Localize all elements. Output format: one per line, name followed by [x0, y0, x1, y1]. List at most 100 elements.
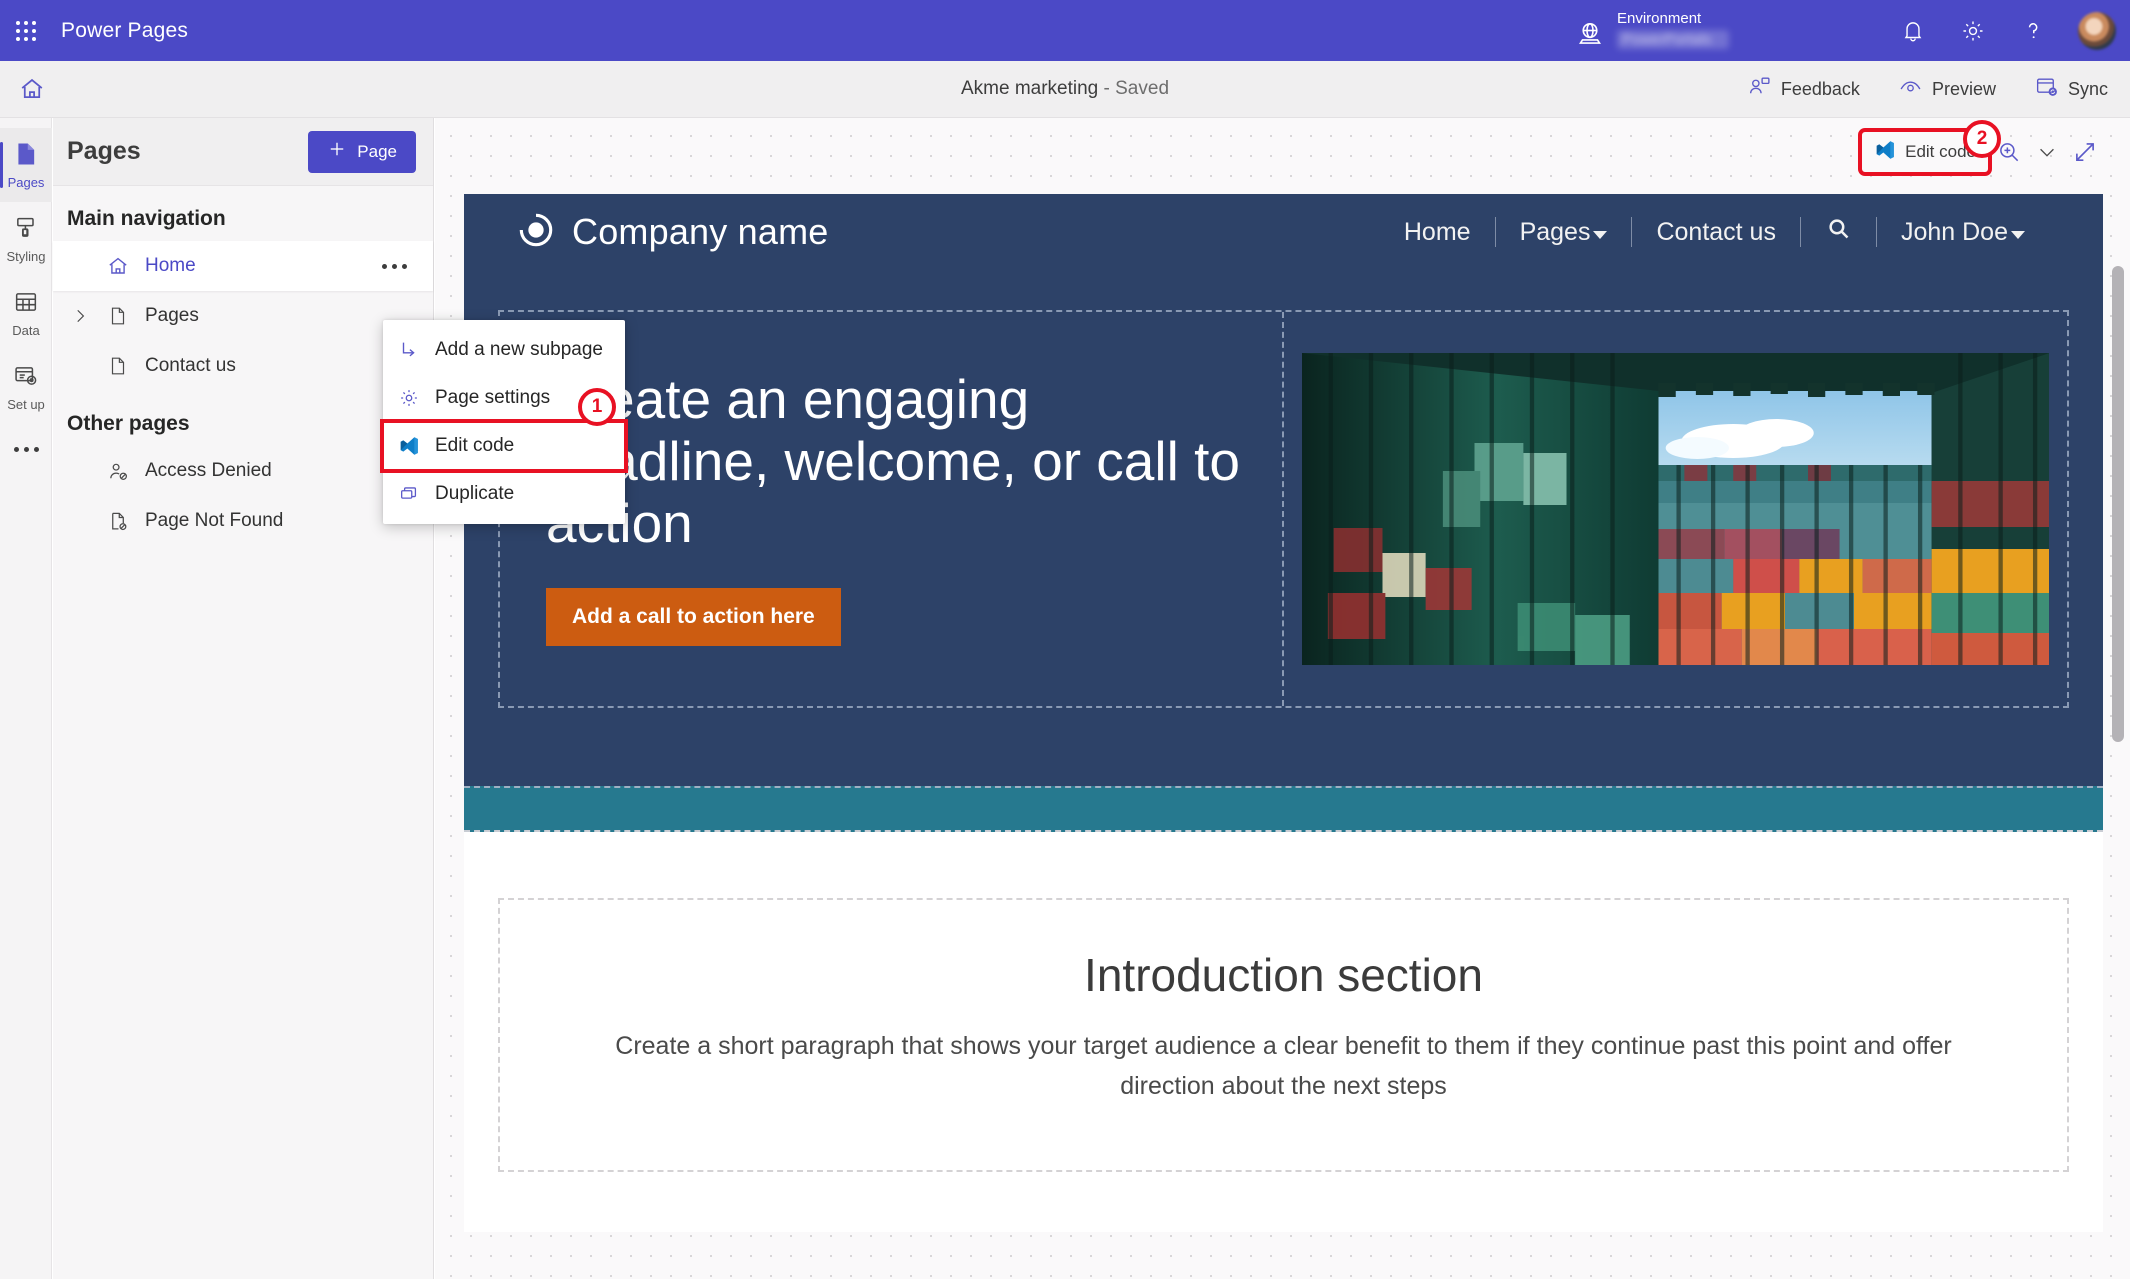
vscode-icon: [397, 435, 421, 457]
site-preview: Company name Home Pages Contact us John …: [464, 194, 2103, 1232]
sidebar-item-setup[interactable]: Set up: [0, 350, 52, 424]
context-menu-item-label: Page settings: [435, 387, 551, 408]
preview-eye-icon: [1898, 74, 1923, 104]
setup-icon: [12, 362, 40, 393]
sidebar-item-styling[interactable]: Styling: [0, 202, 52, 276]
bell-icon[interactable]: [1898, 16, 1928, 46]
gear-icon: [397, 387, 421, 409]
chevron-right-icon[interactable]: [63, 307, 97, 325]
sync-label: Sync: [2067, 78, 2108, 99]
context-menu-item-duplicate[interactable]: Duplicate: [383, 470, 625, 518]
nav-link-home[interactable]: Home: [1380, 218, 1495, 247]
site-logo[interactable]: Company name: [518, 211, 829, 253]
tree-item-contact-us[interactable]: Contact us: [53, 341, 433, 391]
canvas-scrollbar[interactable]: [2112, 266, 2124, 742]
hero-image: [1301, 353, 2049, 665]
plus-icon: [327, 139, 347, 164]
tree-item-overflow-icon[interactable]: [382, 263, 407, 269]
app-launcher-icon[interactable]: [13, 18, 39, 44]
intro-paragraph: Create a short paragraph that shows your…: [615, 1032, 1952, 1100]
chevron-down-icon: [2011, 231, 2025, 239]
nav-search-button[interactable]: [1801, 215, 1876, 249]
page-icon: [12, 140, 40, 171]
nav-link-pages[interactable]: Pages: [1496, 218, 1632, 247]
feedback-label: Feedback: [1780, 78, 1860, 99]
site-nav-links: Home Pages Contact us John Doe: [1380, 215, 2049, 249]
nav-link-label: John Doe: [1900, 217, 2008, 246]
environment-indicator[interactable]: Environment PowerPortals: [1575, 5, 1729, 49]
left-rail: Pages Styling Data Set up: [0, 118, 52, 1279]
person-denied-icon: [101, 460, 135, 483]
tree-item-pages[interactable]: Pages: [53, 291, 433, 341]
feedback-icon: [1747, 74, 1772, 104]
sidebar-item-label: Styling: [6, 249, 46, 264]
command-bar: Akme marketing - Saved Feedback Preview: [0, 61, 2130, 118]
context-menu-item-label: Add a new subpage: [435, 339, 603, 360]
tree-item-label: Page Not Found: [145, 510, 284, 531]
sidebar-item-label: Pages: [7, 175, 45, 190]
nav-link-contact-us[interactable]: Contact us: [1632, 218, 1800, 247]
pages-panel-header: Pages Page: [53, 118, 433, 186]
sidebar-item-data[interactable]: Data: [0, 276, 52, 350]
environment-label: Environment: [1617, 10, 1702, 27]
sidebar-item-label: Set up: [7, 397, 45, 412]
group-title-main-navigation: Main navigation: [67, 207, 226, 230]
intro-box[interactable]: Introduction section Create a short para…: [498, 898, 2069, 1172]
preview-label: Preview: [1931, 78, 1996, 99]
circle-logo-icon: [518, 212, 554, 253]
design-canvas: Edit code Company name Home Pages Contac…: [435, 118, 2130, 1279]
top-brand-bar: Power Pages Environment PowerPortals: [0, 0, 2130, 61]
document-name: Akme marketing: [960, 78, 1099, 99]
hero-image-column[interactable]: [1284, 312, 2068, 706]
paint-roller-icon: [12, 214, 40, 245]
home-icon: [101, 254, 135, 278]
group-title-other-pages: Other pages: [67, 412, 190, 435]
file-icon: [101, 305, 135, 327]
app-title: Power Pages: [61, 18, 189, 42]
hero-inner: Create an engaging headline, welcome, or…: [498, 310, 2069, 708]
context-menu-item-label: Duplicate: [435, 483, 515, 504]
expand-diagonal-icon[interactable]: [2068, 132, 2102, 172]
add-page-button[interactable]: Page: [308, 130, 416, 173]
tree-item-label: Home: [145, 255, 196, 276]
sync-button[interactable]: Sync: [2030, 69, 2112, 109]
brandbar-actions: [1898, 0, 2116, 61]
company-name: Company name: [572, 211, 829, 252]
help-icon[interactable]: [2018, 16, 2048, 46]
context-menu-item-add-subpage[interactable]: Add a new subpage: [383, 326, 625, 374]
tree-item-label: Access Denied: [145, 460, 272, 481]
feedback-button[interactable]: Feedback: [1743, 69, 1864, 109]
save-status: - Saved: [1103, 78, 1170, 99]
chevron-down-icon[interactable]: [2030, 132, 2064, 172]
intro-section: Introduction section Create a short para…: [464, 832, 2103, 1232]
globe-icon: [1575, 18, 1605, 48]
nav-link-label: Contact us: [1656, 217, 1776, 246]
tree-item-page-not-found[interactable]: Page Not Found: [53, 496, 433, 546]
sidebar-item-pages[interactable]: Pages: [0, 128, 52, 202]
search-icon: [1825, 215, 1852, 249]
rail-more-options-icon[interactable]: [0, 424, 52, 474]
panel-title: Pages: [67, 137, 141, 165]
tree-item-label: Contact us: [145, 355, 236, 376]
tree-item-label: Pages: [145, 305, 199, 326]
vscode-icon: [1874, 139, 1896, 166]
site-nav-bar: Company name Home Pages Contact us John …: [464, 194, 2103, 270]
gear-icon[interactable]: [1958, 16, 1988, 46]
context-menu-item-edit-code[interactable]: Edit code: [380, 419, 628, 473]
callout-badge-2: 2: [1963, 120, 2001, 158]
tree-item-home[interactable]: Home: [53, 241, 433, 291]
avatar[interactable]: [2078, 11, 2116, 50]
context-menu-item-label: Edit code: [435, 435, 515, 456]
add-page-label: Page: [357, 141, 397, 161]
nav-link-user[interactable]: John Doe: [1877, 218, 2049, 247]
hero-headline: Create an engaging headline, welcome, or…: [546, 368, 1240, 554]
chevron-down-icon: [1593, 231, 1608, 239]
preview-button[interactable]: Preview: [1894, 69, 2000, 109]
tree-item-access-denied[interactable]: Access Denied: [53, 446, 433, 496]
home-icon[interactable]: [9, 66, 55, 112]
environment-name: PowerPortals: [1617, 30, 1729, 49]
teal-divider-band: [464, 786, 2103, 832]
file-icon: [101, 355, 135, 377]
nav-link-label: Home: [1403, 217, 1471, 246]
hero-cta-button[interactable]: Add a call to action here: [546, 588, 841, 646]
